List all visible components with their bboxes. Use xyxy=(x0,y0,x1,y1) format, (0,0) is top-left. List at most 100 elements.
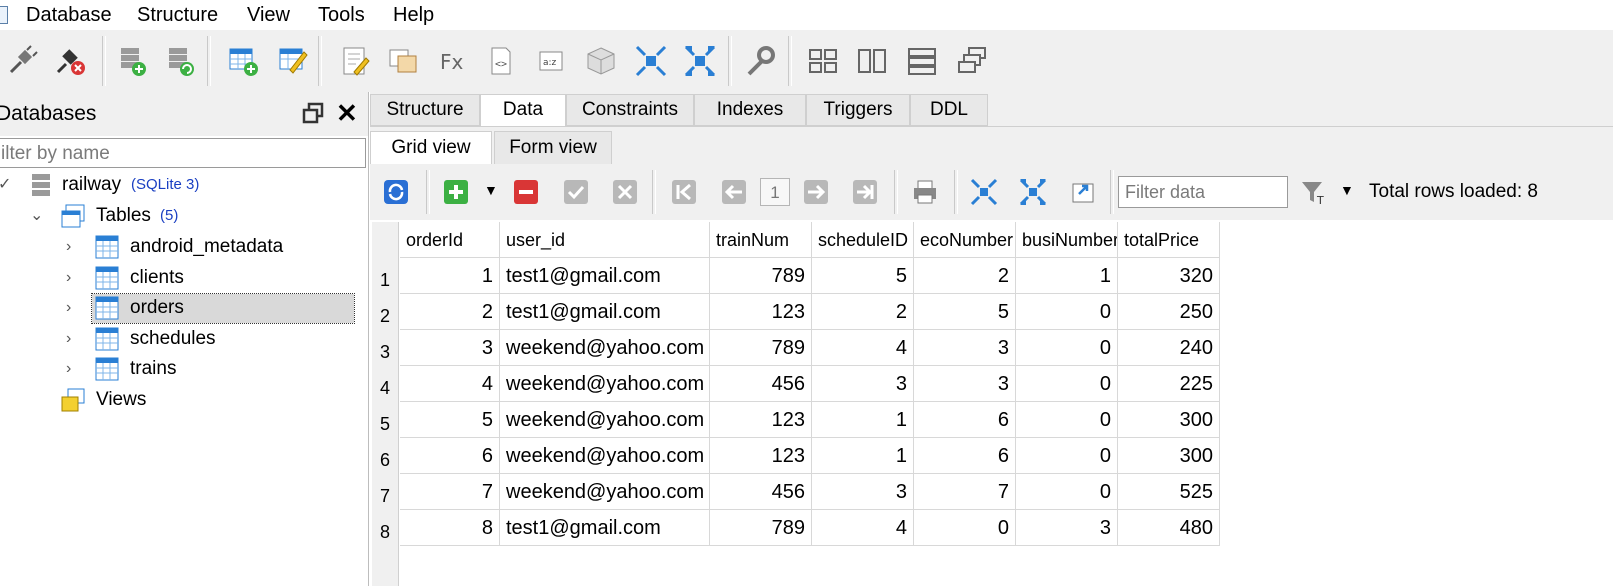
menu-tools[interactable]: Tools xyxy=(318,3,365,27)
row-number[interactable]: 8 xyxy=(372,514,398,550)
row-number[interactable]: 1 xyxy=(372,262,398,298)
table-cell[interactable]: 0 xyxy=(1016,474,1118,510)
tab-ddl[interactable]: DDL xyxy=(910,94,988,126)
chevron-right-icon[interactable]: › xyxy=(66,293,71,323)
tile-windows-icon[interactable] xyxy=(806,44,840,78)
collapse-icon[interactable] xyxy=(634,44,668,78)
row-number[interactable]: 7 xyxy=(372,478,398,514)
add-table-icon[interactable] xyxy=(226,44,260,78)
tab-triggers[interactable]: Triggers xyxy=(806,94,910,126)
table-cell[interactable]: weekend@yahoo.com xyxy=(500,366,710,402)
menu-view[interactable]: View xyxy=(247,3,290,27)
table-cell[interactable]: 225 xyxy=(1118,366,1220,402)
table-cell[interactable]: 7 xyxy=(400,474,500,510)
table-cell[interactable]: test1@gmail.com xyxy=(500,510,710,546)
tree-table-orders[interactable]: › orders xyxy=(0,293,368,324)
table-cell[interactable]: 480 xyxy=(1118,510,1220,546)
add-database-icon[interactable] xyxy=(115,44,149,78)
table-cell[interactable]: 456 xyxy=(710,474,812,510)
chevron-right-icon[interactable]: › xyxy=(66,354,71,384)
tree-table-android-metadata[interactable]: › android_metadata xyxy=(0,232,368,262)
tree-table-schedules[interactable]: › schedules xyxy=(0,324,368,354)
table-cell[interactable]: 3 xyxy=(914,366,1016,402)
tree-tables-node[interactable]: ⌄ Tables (5) xyxy=(0,201,368,231)
cascade-windows-icon[interactable] xyxy=(955,44,989,78)
table-cell[interactable]: 5 xyxy=(914,294,1016,330)
table-cell[interactable]: 2 xyxy=(914,258,1016,294)
rollback-icon[interactable] xyxy=(611,178,639,206)
table-cell[interactable]: 1 xyxy=(1016,258,1118,294)
table-cell[interactable]: 3 xyxy=(1016,510,1118,546)
tree-table-trains[interactable]: › trains xyxy=(0,354,368,384)
table-cell[interactable]: test1@gmail.com xyxy=(500,258,710,294)
last-page-icon[interactable] xyxy=(851,178,879,206)
collation-icon[interactable]: a:z xyxy=(534,44,568,78)
restore-panel-icon[interactable] xyxy=(302,102,324,124)
script-icon[interactable]: <> xyxy=(484,44,518,78)
menu-help[interactable]: Help xyxy=(393,3,434,27)
tab-grid-view[interactable]: Grid view xyxy=(370,131,492,165)
table-cell[interactable]: 0 xyxy=(914,510,1016,546)
filter-data-input[interactable]: Filter data xyxy=(1118,176,1288,208)
table-cell[interactable]: 456 xyxy=(710,366,812,402)
table-cell[interactable]: 123 xyxy=(710,438,812,474)
extension-cube-icon[interactable] xyxy=(584,44,618,78)
table-cell[interactable]: 240 xyxy=(1118,330,1220,366)
row-number[interactable]: 5 xyxy=(372,406,398,442)
table-cell[interactable]: weekend@yahoo.com xyxy=(500,330,710,366)
table-cell[interactable]: 7 xyxy=(914,474,1016,510)
next-page-icon[interactable] xyxy=(802,178,830,206)
table-cell[interactable]: 789 xyxy=(710,258,812,294)
table-cell[interactable]: 6 xyxy=(914,402,1016,438)
column-header[interactable]: busiNumber xyxy=(1016,222,1118,258)
first-page-icon[interactable] xyxy=(670,178,698,206)
table-cell[interactable]: 0 xyxy=(1016,402,1118,438)
table-cell[interactable]: 8 xyxy=(400,510,500,546)
table-cell[interactable]: 1 xyxy=(812,438,914,474)
export-icon[interactable] xyxy=(1069,178,1097,206)
table-cell[interactable]: 6 xyxy=(914,438,1016,474)
table-cell[interactable]: weekend@yahoo.com xyxy=(500,438,710,474)
table-cell[interactable]: 2 xyxy=(400,294,500,330)
column-header[interactable]: user_id xyxy=(500,222,710,258)
collapse-chevron-icon[interactable]: ✓ xyxy=(0,170,11,200)
table-cell[interactable]: 3 xyxy=(914,330,1016,366)
chevron-right-icon[interactable]: › xyxy=(66,324,71,354)
table-cell[interactable]: 123 xyxy=(710,294,812,330)
column-header[interactable]: ecoNumber xyxy=(914,222,1016,258)
table-cell[interactable]: 1 xyxy=(812,402,914,438)
row-number[interactable]: 6 xyxy=(372,442,398,478)
row-number[interactable]: 4 xyxy=(372,370,398,406)
table-cell[interactable]: 320 xyxy=(1118,258,1220,294)
table-cell[interactable]: 5 xyxy=(812,258,914,294)
menu-structure[interactable]: Structure xyxy=(137,3,218,27)
table-cell[interactable]: test1@gmail.com xyxy=(500,294,710,330)
menu-database[interactable]: Database xyxy=(26,3,112,27)
page-number-field[interactable]: 1 xyxy=(760,178,790,206)
chevron-right-icon[interactable]: › xyxy=(66,232,71,262)
add-row-dropdown-icon[interactable]: ▼ xyxy=(484,182,498,198)
table-cell[interactable]: 2 xyxy=(812,294,914,330)
tile-horizontal-icon[interactable] xyxy=(905,44,939,78)
add-row-icon[interactable] xyxy=(442,178,470,206)
schema-icon[interactable] xyxy=(386,44,420,78)
table-cell[interactable]: 0 xyxy=(1016,438,1118,474)
tree-database-railway[interactable]: ✓ railway (SQLite 3) xyxy=(0,170,368,200)
table-cell[interactable]: 4 xyxy=(400,366,500,402)
disconnect-plug-icon[interactable] xyxy=(54,44,88,78)
row-number[interactable]: 2 xyxy=(372,298,398,334)
edit-database-icon[interactable] xyxy=(163,44,197,78)
table-cell[interactable]: 123 xyxy=(710,402,812,438)
close-panel-icon[interactable]: ✕ xyxy=(336,100,358,126)
table-cell[interactable]: 4 xyxy=(812,330,914,366)
table-cell[interactable]: 6 xyxy=(400,438,500,474)
tab-constraints[interactable]: Constraints xyxy=(566,94,694,126)
column-header[interactable]: orderId xyxy=(400,222,500,258)
collapse-cells-icon[interactable] xyxy=(970,178,998,206)
table-cell[interactable]: 0 xyxy=(1016,294,1118,330)
commit-icon[interactable] xyxy=(562,178,590,206)
table-cell[interactable]: 0 xyxy=(1016,366,1118,402)
edit-table-icon[interactable] xyxy=(276,44,310,78)
tab-indexes[interactable]: Indexes xyxy=(694,94,806,126)
tab-form-view[interactable]: Form view xyxy=(494,131,612,165)
